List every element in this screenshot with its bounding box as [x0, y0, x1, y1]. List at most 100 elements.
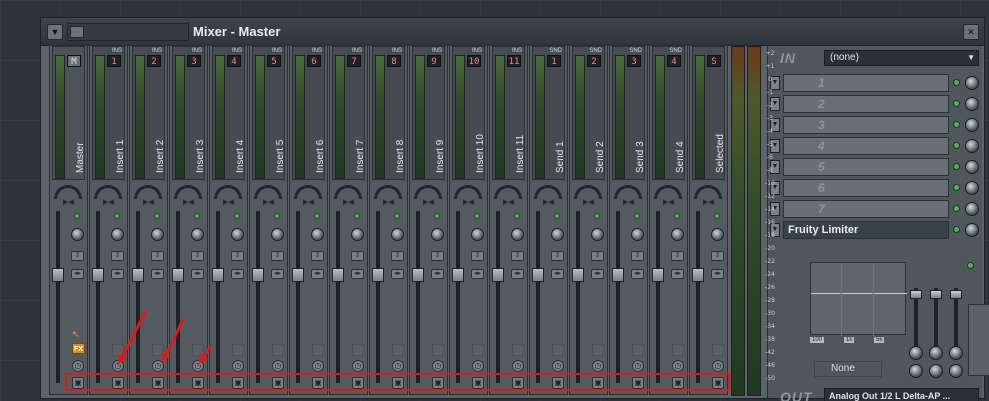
pan-knob[interactable] — [534, 185, 562, 199]
close-button[interactable]: ✕ — [963, 24, 979, 40]
title-grip[interactable] — [67, 23, 189, 41]
track-enable-led[interactable] — [234, 213, 240, 219]
volume-fader-handle[interactable] — [292, 268, 304, 282]
volume-fader-track[interactable] — [336, 211, 340, 383]
eq-graph[interactable] — [810, 262, 907, 336]
volume-fader-track[interactable] — [576, 211, 580, 383]
track-header[interactable]: S Selected — [692, 46, 726, 180]
swap-channels-icon[interactable]: ◂▸ — [271, 269, 284, 279]
track-enable-led[interactable] — [514, 213, 520, 219]
track-number[interactable]: 1 — [107, 55, 121, 67]
swap-channels-icon[interactable]: ◂▸ — [591, 269, 604, 279]
pan-knob[interactable] — [334, 185, 362, 199]
stereo-icon[interactable]: ⇕ — [231, 251, 244, 261]
swap-channels-icon[interactable]: ◂▸ — [671, 269, 684, 279]
slot-mix-knob[interactable] — [965, 139, 979, 153]
clock-icon[interactable]: ◷ — [552, 360, 564, 372]
volume-fader-track[interactable] — [616, 211, 620, 383]
pan-knob[interactable] — [214, 185, 242, 199]
pan-knob[interactable] — [54, 185, 82, 199]
mixer-track[interactable]: SND 4 Send 4 ▶◀ ⇕ ◂▸ ◷ ▣ — [649, 45, 688, 395]
stereo-icon[interactable]: ⇕ — [591, 251, 604, 261]
slot-mix-knob[interactable] — [965, 181, 979, 195]
track-header[interactable]: SND 4 Send 4 — [652, 46, 686, 180]
track-enable-led[interactable] — [194, 213, 200, 219]
volume-fader-track[interactable] — [296, 211, 300, 383]
pan-knob[interactable] — [94, 185, 122, 199]
swap-channels-icon[interactable]: ◂▸ — [71, 269, 84, 279]
mixer-track[interactable]: SND 3 Send 3 ▶◀ ⇕ ◂▸ ◷ ▣ — [609, 45, 648, 395]
stereo-separation-knob[interactable] — [71, 228, 84, 241]
slot-mix-knob[interactable] — [965, 223, 979, 237]
track-enable-led[interactable] — [434, 213, 440, 219]
volume-fader-handle[interactable] — [212, 268, 224, 282]
track-enable-led[interactable] — [114, 213, 120, 219]
pan-knob[interactable] — [694, 185, 722, 199]
volume-fader-handle[interactable] — [172, 268, 184, 282]
stereo-separation-knob[interactable] — [471, 228, 484, 241]
slot-enable-led[interactable] — [953, 205, 960, 212]
volume-fader-track[interactable] — [96, 211, 100, 383]
track-number[interactable]: 5 — [267, 55, 281, 67]
volume-fader-handle[interactable] — [412, 268, 424, 282]
volume-fader-handle[interactable] — [692, 268, 704, 282]
stereo-separation-knob[interactable] — [671, 228, 684, 241]
slot-mix-knob[interactable] — [965, 160, 979, 174]
slot-enable-led[interactable] — [953, 100, 960, 107]
slot-enable-led[interactable] — [953, 184, 960, 191]
eq-freq-knob-low[interactable] — [909, 364, 923, 378]
stereo-icon[interactable]: ⇕ — [151, 251, 164, 261]
clock-icon[interactable]: ◷ — [232, 360, 244, 372]
track-number[interactable]: 2 — [587, 55, 601, 67]
stereo-separation-knob[interactable] — [311, 228, 324, 241]
slot-mix-knob[interactable] — [965, 97, 979, 111]
volume-fader-handle[interactable] — [492, 268, 504, 282]
eq-bandwidth-knob-high[interactable] — [949, 346, 963, 360]
track-enable-led[interactable] — [74, 213, 80, 219]
stereo-icon[interactable]: ⇕ — [191, 251, 204, 261]
swap-channels-icon[interactable]: ◂▸ — [631, 269, 644, 279]
clock-icon[interactable]: ◷ — [312, 360, 324, 372]
effect-slot[interactable]: ▼ 6 — [770, 179, 981, 197]
title-bar[interactable]: ▼ Mixer - Master ✕ — [41, 18, 984, 46]
pan-knob[interactable] — [134, 185, 162, 199]
track-header[interactable]: INS 5 Insert 5 — [252, 46, 286, 180]
volume-fader-track[interactable] — [656, 211, 660, 383]
track-header[interactable]: SND 1 Send 1 — [532, 46, 566, 180]
clock-icon[interactable]: ◷ — [632, 360, 644, 372]
stereo-separation-knob[interactable] — [591, 228, 604, 241]
effect-slot[interactable]: ▼ 5 — [770, 158, 981, 176]
volume-fader-track[interactable] — [136, 211, 140, 383]
stereo-separation-knob[interactable] — [711, 228, 724, 241]
track-header[interactable]: INS 2 Insert 2 — [132, 46, 166, 180]
track-number[interactable]: 10 — [467, 55, 481, 67]
slot-name[interactable]: Fruity Limiter — [783, 221, 949, 239]
track-number[interactable]: 4 — [667, 55, 681, 67]
mixer-track[interactable]: INS 7 Insert 7 ▶◀ ⇕ ◂▸ ◷ ▣ — [329, 45, 368, 395]
volume-fader-handle[interactable] — [252, 268, 264, 282]
mixer-track[interactable]: INS 11 Insert 11 ▶◀ ⇕ ◂▸ ◷ ▣ — [489, 45, 528, 395]
mixer-track[interactable]: INS 4 Insert 4 ▶◀ ⇕ ◂▸ ◷ ▣ — [209, 45, 248, 395]
track-header[interactable]: INS 4 Insert 4 — [212, 46, 246, 180]
track-number[interactable]: 8 — [387, 55, 401, 67]
swap-channels-icon[interactable]: ◂▸ — [111, 269, 124, 279]
track-header[interactable]: SND 3 Send 3 — [612, 46, 646, 180]
swap-channels-icon[interactable]: ◂▸ — [391, 269, 404, 279]
window-menu-button[interactable]: ▼ — [47, 24, 63, 40]
volume-fader-handle[interactable] — [332, 268, 344, 282]
stereo-icon[interactable]: ⇕ — [671, 251, 684, 261]
volume-fader-handle[interactable] — [612, 268, 624, 282]
track-header[interactable]: SND 2 Send 2 — [572, 46, 606, 180]
stereo-icon[interactable]: ⇕ — [111, 251, 124, 261]
volume-fader-track[interactable] — [536, 211, 540, 383]
clock-icon[interactable]: ◷ — [512, 360, 524, 372]
mixer-track[interactable]: SND 1 Send 1 ▶◀ ⇕ ◂▸ ◷ ▣ — [529, 45, 568, 395]
track-number[interactable]: 2 — [147, 55, 161, 67]
slot-enable-led[interactable] — [953, 79, 960, 86]
track-header[interactable]: INS 7 Insert 7 — [332, 46, 366, 180]
track-enable-led[interactable] — [314, 213, 320, 219]
volume-fader-track[interactable] — [416, 211, 420, 383]
eq-band-fader-low-cap[interactable] — [910, 290, 922, 299]
effect-slot[interactable]: ▼ 1 — [770, 74, 981, 92]
swap-channels-icon[interactable]: ◂▸ — [151, 269, 164, 279]
